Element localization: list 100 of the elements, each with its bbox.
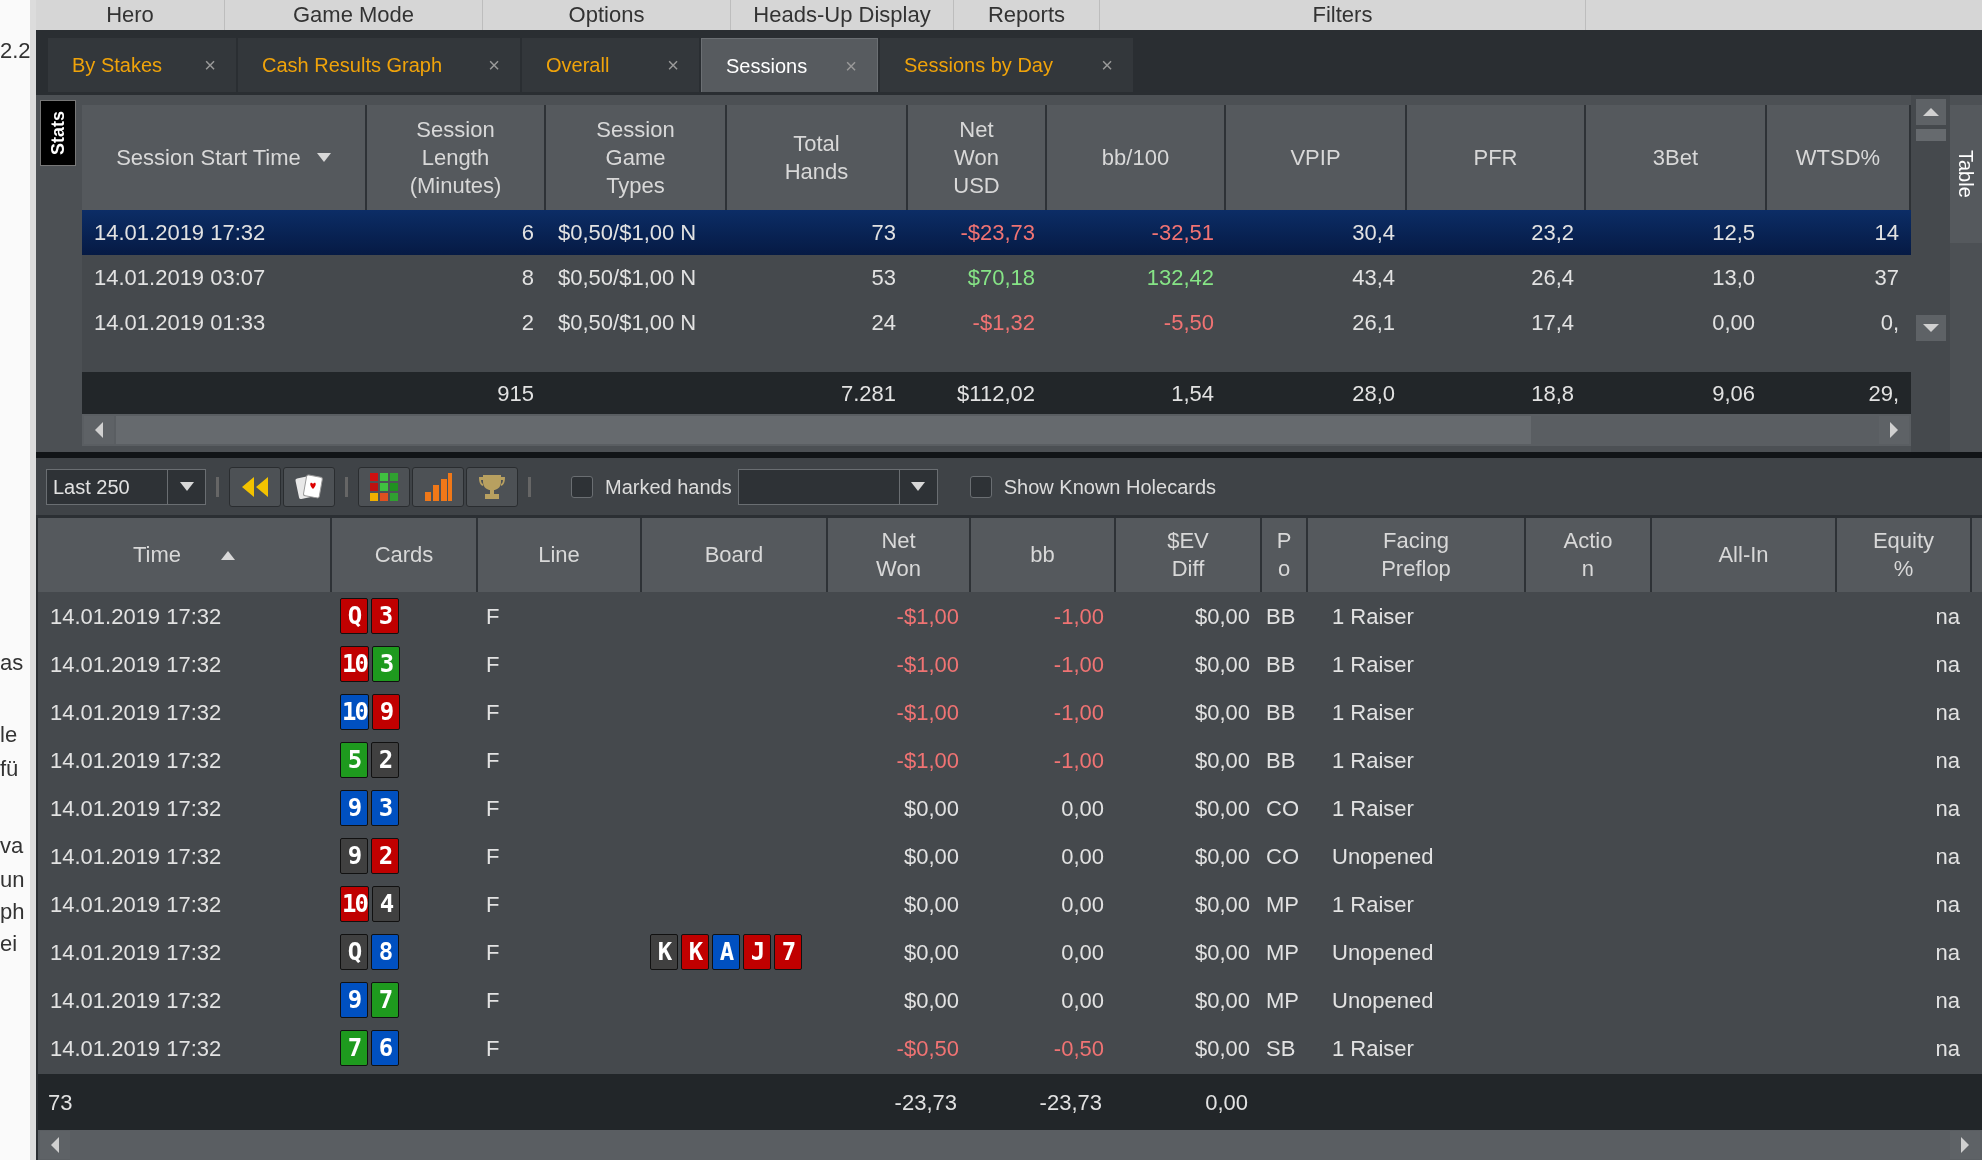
table-cell-text: na	[1934, 650, 1961, 679]
playing-card: 9	[371, 694, 400, 730]
cards-icon[interactable]	[283, 466, 335, 507]
checkbox[interactable]	[969, 475, 992, 498]
table-cell-text: 14.01.2019 17:32	[49, 986, 223, 1015]
table-cell-text: na	[1934, 794, 1961, 823]
side-tab[interactable]: Table	[1950, 105, 1982, 243]
table-cell-text: 24	[870, 309, 897, 337]
table-cell-text: BB	[1265, 602, 1297, 631]
table-row[interactable]: 14.01.2019 17:32 10 9 F -$1,00 -1,00 $0,00 BB 1 Raiser na	[38, 688, 1982, 736]
column-header[interactable]: All-In	[1718, 541, 1769, 569]
vertical-scrollbar[interactable]	[1911, 95, 1950, 452]
table-row[interactable]: 14.01.2019 17:32 9 2 F $0,00 0,00 $0,00 CO Unopened na	[38, 832, 1982, 880]
column-header[interactable]: Session Game Types	[596, 115, 675, 200]
table-cell-text: F	[485, 938, 501, 967]
table-row[interactable]: 14.01.2019 17:32 10 3 F -$1,00 -1,00 $0,00 BB 1 Raiser na	[38, 640, 1982, 688]
tab[interactable]: Cash Results Graph ×	[238, 38, 520, 92]
range-dropdown[interactable]: Last 250	[46, 468, 206, 505]
table-cell-text: 132,42	[1145, 264, 1215, 292]
table-cell-text: na	[1934, 698, 1961, 727]
playing-card: 2	[371, 742, 399, 778]
column-header[interactable]: bb	[1030, 541, 1055, 569]
table-row[interactable]: 14.01.2019 17:32 6 $0,50/$1,00 N 73 -$23,73 -32,51 30,4 23,2 12,5 14	[82, 210, 1911, 255]
triangle-left-icon	[49, 1137, 61, 1153]
side-tab[interactable]: Stats	[40, 100, 76, 166]
playing-card: 9	[340, 982, 368, 1018]
column-header[interactable]: Line	[538, 541, 580, 569]
column-header[interactable]: Time	[132, 541, 182, 569]
column-header[interactable]: Board	[704, 541, 764, 569]
scroll-up-button[interactable]	[1915, 99, 1946, 125]
column-header[interactable]: bb/100	[1101, 143, 1170, 172]
scrollbar-thumb[interactable]	[1915, 129, 1946, 141]
scroll-left-button[interactable]	[40, 1131, 70, 1159]
close-icon[interactable]: ×	[488, 50, 500, 80]
table-cell-text: F	[485, 842, 501, 871]
column-header[interactable]: Net Won	[876, 527, 921, 583]
total-value: 29,	[1868, 380, 1899, 406]
column-header[interactable]: Session Length (Minutes)	[409, 115, 502, 200]
column-header[interactable]: Total Hands	[784, 129, 849, 186]
column-header[interactable]: P o	[1276, 527, 1292, 583]
rewind-icon[interactable]	[229, 466, 281, 507]
total-value: -23,73	[1038, 1088, 1103, 1117]
column-header[interactable]: PFR	[1473, 143, 1518, 172]
table-row[interactable]: 14.01.2019 17:32 7 6 F -$0,50 -0,50 $0,00 SB 1 Raiser na	[38, 1024, 1982, 1072]
table-cell-text: 14.01.2019 17:32	[49, 794, 223, 823]
marked-hands-dropdown[interactable]	[737, 468, 938, 505]
total-value: 9,06	[1712, 380, 1755, 406]
playing-card: 3	[371, 790, 399, 826]
grid-icon[interactable]	[358, 466, 410, 507]
column-header[interactable]: VPIP	[1290, 143, 1341, 172]
table-cell-text: F	[485, 1034, 501, 1063]
table-row[interactable]: 14.01.2019 17:32 9 3 F $0,00 0,00 $0,00 CO 1 Raiser na	[38, 784, 1982, 832]
table-cell-text: $0,50/$1,00 N	[557, 264, 698, 292]
tab[interactable]: Overall ×	[522, 38, 699, 92]
tab[interactable]: By Stakes ×	[48, 38, 236, 92]
playing-card: 7	[774, 934, 802, 970]
table-cell-text: -$1,00	[895, 602, 960, 631]
playing-card: 9	[340, 790, 368, 826]
tab[interactable]: Sessions by Day ×	[880, 38, 1133, 92]
table-cell-text: $0,00	[1193, 698, 1251, 727]
table-cell-text: $0,00	[902, 842, 960, 871]
scroll-left-button[interactable]	[84, 416, 114, 444]
table-cell-text: 14.01.2019 17:32	[93, 219, 267, 247]
scroll-right-button[interactable]	[1950, 1131, 1980, 1159]
tab[interactable]: Sessions ×	[701, 38, 878, 92]
checkbox[interactable]	[571, 475, 593, 498]
column-header[interactable]: WTSD%	[1795, 143, 1881, 172]
column-header[interactable]: Facing Preflop	[1381, 527, 1451, 583]
scroll-right-button[interactable]	[1879, 416, 1909, 444]
column-header[interactable]: Net Won USD	[953, 115, 1000, 200]
table-row[interactable]: 14.01.2019 17:32 Q 3 F -$1,00 -1,00 $0,00 BB 1 Raiser na	[38, 592, 1982, 640]
close-icon[interactable]: ×	[204, 50, 216, 80]
playing-card: 8	[371, 934, 399, 970]
trophy-icon[interactable]	[466, 466, 518, 507]
playing-card: Q	[340, 598, 368, 634]
table-row[interactable]: 14.01.2019 17:32 9 7 F $0,00 0,00 $0,00 MP Unopened na	[38, 976, 1982, 1024]
table-row[interactable]: 14.01.2019 17:32 5 2 F -$1,00 -1,00 $0,00 BB 1 Raiser na	[38, 736, 1982, 784]
column-header[interactable]: Session Start Time	[116, 143, 301, 172]
table-row[interactable]: 14.01.2019 17:32 Q 8 F K K A J 7 $0,00 0,00 $0,00 MP Unopened na	[38, 928, 1982, 976]
total-value: 7.281	[840, 380, 896, 406]
table-cell-text: Unopened	[1331, 842, 1435, 871]
triangle-up-icon	[1922, 106, 1939, 118]
scroll-down-button[interactable]	[1915, 315, 1946, 341]
horizontal-scrollbar[interactable]	[38, 1130, 1982, 1160]
table-cell-text: 14.01.2019 03:07	[93, 264, 267, 292]
column-header[interactable]: Cards	[374, 541, 434, 569]
column-header[interactable]: 3Bet	[1652, 143, 1699, 172]
table-row[interactable]: 14.01.2019 17:32 10 4 F $0,00 0,00 $0,00 MP 1 Raiser na	[38, 880, 1982, 928]
table-cell-text: Unopened	[1331, 938, 1435, 967]
column-header[interactable]: $EV Diff	[1167, 527, 1209, 583]
bar-chart-icon[interactable]	[412, 466, 464, 507]
horizontal-scrollbar[interactable]	[82, 414, 1911, 446]
playing-card: 6	[371, 1030, 399, 1066]
column-header[interactable]: Equity %	[1872, 527, 1935, 583]
table-cell-text: 13,0	[1711, 264, 1756, 292]
close-icon[interactable]: ×	[667, 50, 679, 80]
table-cell-text: $0,00	[1193, 938, 1251, 967]
column-header[interactable]: Actio n	[1563, 527, 1613, 583]
table-cell-text: -1,00	[1052, 602, 1105, 631]
close-icon[interactable]: ×	[1101, 50, 1113, 80]
